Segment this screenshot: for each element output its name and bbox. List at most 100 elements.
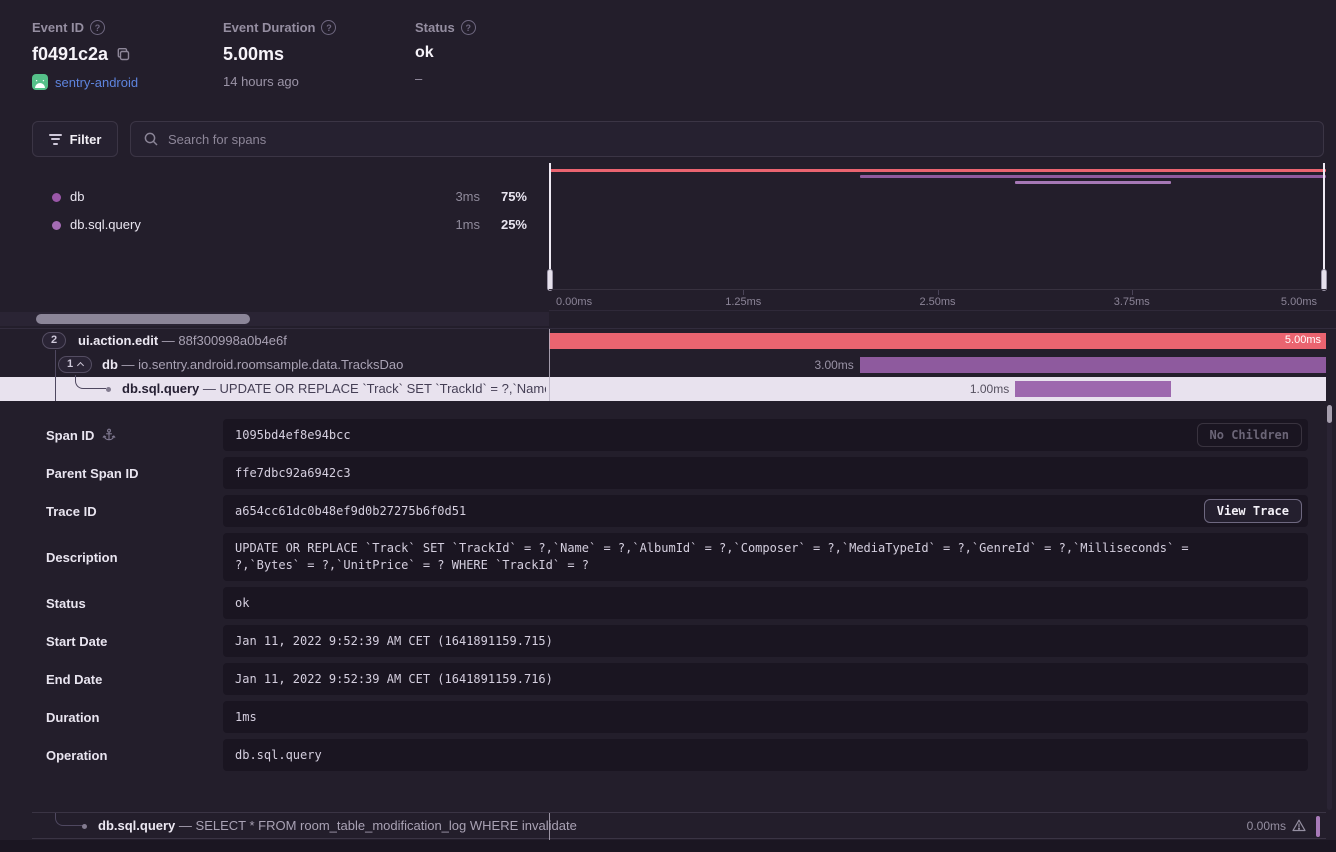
warning-icon [1292,819,1306,837]
filter-button-label: Filter [70,132,102,147]
project-link[interactable]: sentry-android [55,75,138,90]
detail-label: Start Date [46,634,107,649]
span-duration: 0.00ms [1247,819,1286,833]
legend-label: db [70,189,84,204]
minimap-left-handle[interactable] [547,269,553,291]
divider [549,310,1336,311]
detail-label: Duration [46,710,99,725]
duration-value: 1ms [223,701,1308,733]
span-bar[interactable]: 5.00ms [549,333,1326,349]
span-search [130,121,1324,157]
span-desc: SELECT * FROM room_table_modification_lo… [196,818,577,833]
tree-connector-elbow [75,375,106,389]
horizontal-scrollbar-track[interactable] [0,312,549,326]
detail-label: Span ID [46,428,94,443]
horizontal-scrollbar-thumb[interactable] [36,314,250,324]
span-bar[interactable] [1015,381,1170,397]
span-row-ui-action-edit[interactable]: 2 ui.action.edit — 88f300998a0b4e6f 5.00… [0,329,1326,353]
parent-span-id-value: ffe7dbc92a6942c3 [223,457,1308,489]
trace-minimap[interactable] [549,163,1326,289]
legend-percent: 75% [501,189,527,204]
legend-duration: 3ms [455,189,480,204]
event-duration-ago: 14 hours ago [223,74,299,89]
status-sub: – [415,71,422,86]
chevron-up-icon [77,362,84,369]
event-duration-value: 5.00ms [223,44,284,65]
detail-label: Operation [46,748,107,763]
android-project-icon [32,74,48,90]
span-bar-zero-width[interactable] [1316,816,1320,837]
detail-row-parent-span-id: Parent Span ID ffe7dbc92a6942c3 [32,457,1308,489]
minimap-line-db-sql-query [1015,181,1170,184]
event-id-label-text: Event ID [32,20,84,35]
help-icon[interactable]: ? [90,20,105,35]
time-axis: 0.00ms 1.25ms 2.50ms 3.75ms 5.00ms [549,289,1326,310]
detail-row-description: Description UPDATE OR REPLACE `Track` SE… [32,533,1308,581]
event-id-label: Event ID ? [32,20,138,35]
start-date-value: Jan 11, 2022 9:52:39 AM CET (1641891159.… [223,625,1308,657]
axis-tick-label: 0.00ms [556,296,592,308]
minimap-right-handle[interactable] [1321,269,1327,291]
end-date-value: Jan 11, 2022 9:52:39 AM CET (1641891159.… [223,663,1308,695]
detail-label: Parent Span ID [46,466,138,481]
filter-button[interactable]: Filter [32,121,118,157]
event-id-value: f0491c2a [32,44,108,65]
operation-value: db.sql.query [223,739,1308,771]
legend-percent: 25% [501,217,527,232]
tree-connector-line [55,350,56,401]
span-duration: 3.00ms [814,358,853,372]
search-icon [143,131,159,147]
legend-duration: 1ms [455,217,480,232]
detail-row-status: Status ok [32,587,1308,619]
detail-row-trace-id: Trace ID a654cc61dc0b48ef9d0b27275b6f0d5… [32,495,1308,527]
status-detail-value: ok [223,587,1308,619]
status-column: Status ? ok – [415,20,476,86]
vertical-scrollbar-track[interactable] [1327,405,1332,810]
detail-label: End Date [46,672,102,687]
connector-dot [82,824,87,829]
span-row-db[interactable]: 1 db — io.sentry.android.roomsample.data… [0,353,1326,377]
tree-connector-elbow [55,813,85,826]
connector-dot [106,387,111,392]
span-op: db [102,357,118,372]
view-trace-button[interactable]: View Trace [1204,499,1302,523]
detail-label: Status [46,596,86,611]
minimap-line-ui-action-edit [549,169,1326,172]
help-icon[interactable]: ? [461,20,476,35]
description-value: UPDATE OR REPLACE `Track` SET `TrackId` … [223,533,1308,581]
anchor-icon[interactable] [102,428,116,442]
legend-label: db.sql.query [70,217,141,232]
filter-icon [49,131,62,147]
span-id-value: 1095bd4ef8e94bcc No Children [223,419,1308,451]
event-id-column: Event ID ? f0491c2a sentry-android [32,20,138,90]
vertical-scrollbar-thumb[interactable] [1327,405,1332,423]
copy-icon[interactable] [116,47,131,62]
status-value: ok [415,44,434,62]
span-details-panel: Span ID 1095bd4ef8e94bcc No Children Par… [32,419,1308,777]
span-duration: 1.00ms [970,382,1009,396]
detail-row-span-id: Span ID 1095bd4ef8e94bcc No Children [32,419,1308,451]
children-count-badge[interactable]: 2 [42,332,66,349]
axis-tick-label: 1.25ms [725,296,761,308]
span-desc: UPDATE OR REPLACE `Track` SET `TrackId` … [220,381,546,396]
legend-dot [52,221,61,230]
help-icon[interactable]: ? [321,20,336,35]
axis-tick-label: 2.50ms [919,296,955,308]
span-row-db-sql-query-selected[interactable]: db.sql.query — UPDATE OR REPLACE `Track`… [0,377,1326,401]
legend-item-db-sql-query[interactable]: db.sql.query 1ms 25% [32,213,527,237]
timeline-divider [549,813,550,840]
span-op: db.sql.query [122,381,199,396]
span-bar[interactable] [860,357,1326,373]
event-duration-label: Event Duration [223,20,315,35]
span-row-db-sql-query-select[interactable]: db.sql.query — SELECT * FROM room_table_… [32,812,1326,839]
detail-label: Description [46,550,118,565]
legend-item-db[interactable]: db 3ms 75% [32,185,527,209]
span-desc: 88f300998a0b4e6f [178,333,286,348]
span-detail-page: Event ID ? f0491c2a sentry-android Event… [0,0,1336,852]
span-desc: io.sentry.android.roomsample.data.Tracks… [138,357,403,372]
children-count-badge-expanded[interactable]: 1 [58,356,92,373]
search-input[interactable] [168,132,1311,147]
detail-row-duration: Duration 1ms [32,701,1308,733]
detail-row-end-date: End Date Jan 11, 2022 9:52:39 AM CET (16… [32,663,1308,695]
trace-id-value: a654cc61dc0b48ef9d0b27275b6f0d51 View Tr… [223,495,1308,527]
